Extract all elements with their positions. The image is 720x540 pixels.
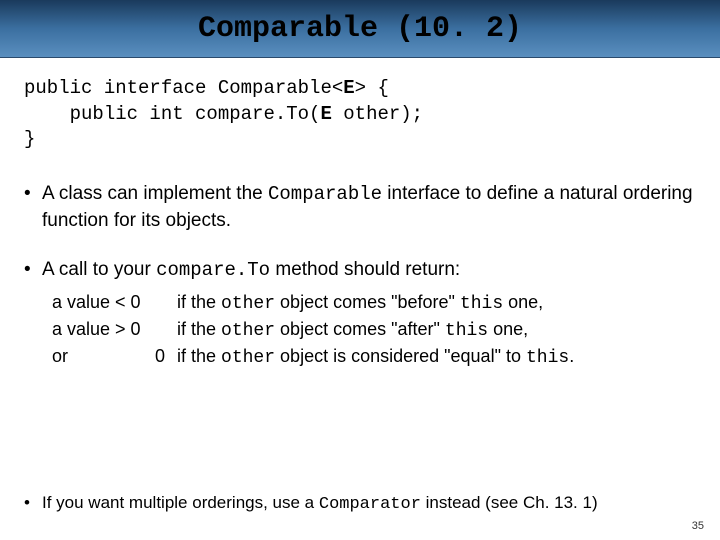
slide-content: public interface Comparable<E> { public … <box>0 58 720 371</box>
code-type-param-2: E <box>320 103 331 125</box>
bullet-1: A class can implement the Comparable int… <box>24 181 696 233</box>
code-line-2c: other); <box>332 103 423 125</box>
r2-t1: if the <box>177 319 221 339</box>
r2-m1: other <box>221 321 275 341</box>
r3-m2: this <box>526 348 569 368</box>
r2-col2: if the other object comes "after" this o… <box>177 317 696 344</box>
r1-t1: if the <box>177 292 221 312</box>
table-row: a value > 0 if the other object comes "a… <box>52 317 696 344</box>
footer-t2: instead (see Ch. 13. 1) <box>421 493 598 512</box>
r2-m2: this <box>445 321 488 341</box>
table-row: or 0 if the other object is considered "e… <box>52 344 696 371</box>
r1-t3: one, <box>503 292 543 312</box>
b2-text-2: method should return: <box>270 259 460 280</box>
code-block: public interface Comparable<E> { public … <box>24 76 696 153</box>
bullet-2: A call to your compare.To method should … <box>24 257 696 371</box>
slide-header: Comparable (10. 2) <box>0 0 720 58</box>
r1-col1: a value < 0 <box>52 290 177 317</box>
b1-text-1: A class can implement the <box>42 183 268 204</box>
code-type-param-1: E <box>343 77 354 99</box>
bullet-list: A class can implement the Comparable int… <box>24 181 696 371</box>
r2-col1: a value > 0 <box>52 317 177 344</box>
b1-mono-1: Comparable <box>268 183 382 205</box>
r3-col2: if the other object is considered "equal… <box>177 344 696 371</box>
r3-col1: or 0 <box>52 344 177 371</box>
code-line-1c: > { <box>355 77 389 99</box>
r3-zero: 0 <box>155 344 165 371</box>
r3-t1: if the <box>177 346 221 366</box>
footer-bullet: If you want multiple orderings, use a Co… <box>24 493 696 514</box>
r1-m1: other <box>221 294 275 314</box>
code-line-3: } <box>24 128 35 150</box>
page-number: 35 <box>692 520 704 532</box>
r3-t3: . <box>569 346 574 366</box>
code-line-1a: public interface Comparable< <box>24 77 343 99</box>
r1-m2: this <box>460 294 503 314</box>
r3-t2: object is considered "equal" to <box>275 346 526 366</box>
code-line-2a: public int compare.To( <box>24 103 320 125</box>
r1-t2: object comes "before" <box>275 292 460 312</box>
footer-t1: If you want multiple orderings, use a <box>42 493 319 512</box>
b2-text-1: A call to your <box>42 259 156 280</box>
r2-t2: object comes "after" <box>275 319 445 339</box>
footer-m1: Comparator <box>319 495 421 514</box>
return-value-table: a value < 0 if the other object comes "b… <box>52 290 696 372</box>
r1-col2: if the other object comes "before" this … <box>177 290 696 317</box>
r3-or: or <box>52 344 68 371</box>
b2-mono-1: compare.To <box>156 259 270 281</box>
slide-title: Comparable (10. 2) <box>198 12 522 46</box>
r3-m1: other <box>221 348 275 368</box>
table-row: a value < 0 if the other object comes "b… <box>52 290 696 317</box>
title-word: Comparable <box>198 12 378 46</box>
title-section: (10. 2) <box>378 12 522 46</box>
r2-t3: one, <box>488 319 528 339</box>
